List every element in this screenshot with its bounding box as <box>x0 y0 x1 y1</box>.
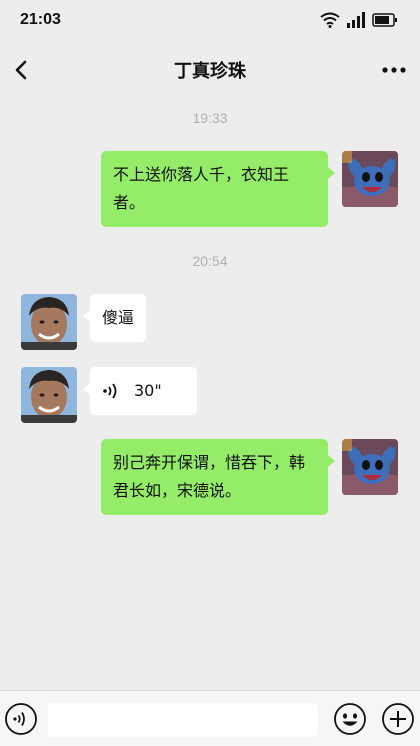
stitch-avatar-image <box>342 151 398 207</box>
voice-wave-icon <box>103 383 117 399</box>
nav-bar: 丁真珍珠 <box>0 44 420 96</box>
emoji-icon[interactable] <box>333 702 367 736</box>
input-bar <box>0 690 420 746</box>
chevron-left-icon[interactable] <box>10 58 34 82</box>
chat-title: 丁真珍珠 <box>174 61 246 82</box>
voice-icon[interactable] <box>4 702 38 736</box>
contact-avatar-image <box>21 367 77 423</box>
status-time: 21:03 <box>20 11 61 28</box>
status-icons <box>320 12 398 28</box>
contact-avatar[interactable] <box>21 294 77 350</box>
stitch-avatar-image <box>342 439 398 495</box>
message-bubble-sent[interactable]: 不上送你落人千，衣知王者。 <box>101 151 335 227</box>
message-input[interactable] <box>48 703 318 737</box>
message-bubble-received[interactable]: 傻逼 <box>82 294 147 342</box>
voice-message-bubble[interactable]: 30" <box>83 367 197 415</box>
my-avatar[interactable] <box>342 151 398 207</box>
voice-duration: 30" <box>134 381 162 400</box>
message-bubble-sent[interactable]: 别己奔开保谓，惜吞下，韩君长如，宋德说。 <box>101 439 335 515</box>
message-timestamp: 20:54 <box>192 253 228 269</box>
wifi-icon <box>320 12 340 28</box>
message-timestamp: 19:33 <box>192 110 228 126</box>
status-bar: 21:03 <box>0 0 420 40</box>
signal-icon <box>347 12 365 28</box>
battery-icon <box>372 13 397 27</box>
more-dots-icon[interactable] <box>380 58 408 82</box>
plus-icon[interactable] <box>381 702 415 736</box>
my-avatar[interactable] <box>342 439 398 495</box>
contact-avatar-image <box>21 294 77 350</box>
contact-avatar[interactable] <box>21 367 77 423</box>
voice-message-content: 30" <box>102 377 185 405</box>
